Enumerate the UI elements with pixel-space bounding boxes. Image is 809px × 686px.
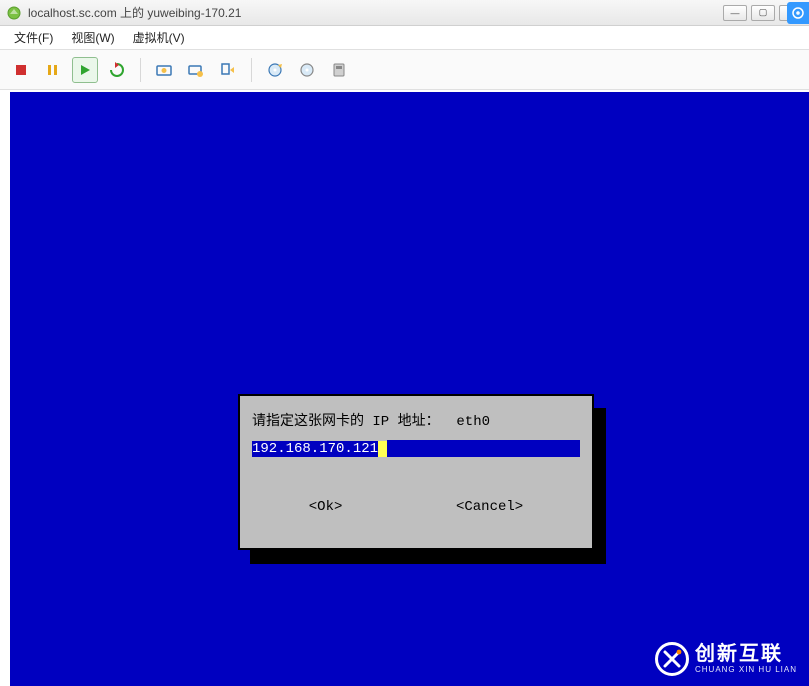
side-panel-toggle[interactable] <box>787 2 809 24</box>
watermark-logo-icon <box>655 642 689 676</box>
revert-snapshot-button[interactable] <box>215 57 241 83</box>
console-screen[interactable]: 请指定这张网卡的 IP 地址： eth0 192.168.170.121 ____… <box>10 92 809 686</box>
vm-console[interactable]: 请指定这张网卡的 IP 地址： eth0 192.168.170.121 ____… <box>10 92 809 686</box>
watermark-sub: CHUANG XIN HU LIAN <box>695 666 797 674</box>
dialog-prompt: 请指定这张网卡的 IP 地址： eth0 <box>252 410 580 430</box>
toolbar-separator <box>251 58 252 82</box>
menu-file[interactable]: 文件(F) <box>6 26 61 49</box>
power-on-button[interactable] <box>72 57 98 83</box>
window-titlebar: localhost.sc.com 上的 yuweibing-170.21 — ▢… <box>0 0 809 26</box>
menubar: 文件(F) 视图(W) 虚拟机(V) <box>0 26 809 50</box>
toolbar-separator <box>140 58 141 82</box>
ip-input-row[interactable]: 192.168.170.121 _________________________… <box>252 440 580 457</box>
cancel-button[interactable]: <Cancel> <box>456 499 523 515</box>
window-title: localhost.sc.com 上的 yuweibing-170.21 <box>28 4 241 21</box>
menu-view[interactable]: 视图(W) <box>63 26 122 49</box>
power-off-button[interactable] <box>8 57 34 83</box>
minimize-button[interactable]: — <box>723 5 747 21</box>
floppy-button[interactable] <box>294 57 320 83</box>
snapshot-manage-button[interactable] <box>183 57 209 83</box>
text-cursor <box>378 441 387 457</box>
ip-config-dialog: 请指定这张网卡的 IP 地址： eth0 192.168.170.121 ____… <box>238 394 594 550</box>
suspend-button[interactable] <box>40 57 66 83</box>
toolbar <box>0 50 809 90</box>
reset-button[interactable] <box>104 57 130 83</box>
ip-input-padding: ______________________________ <box>387 440 580 457</box>
watermark: 创新互联 CHUANG XIN HU LIAN <box>655 642 797 676</box>
watermark-main: 创新互联 <box>695 644 797 664</box>
ip-input-value[interactable]: 192.168.170.121 <box>252 441 378 457</box>
ok-button[interactable]: <Ok> <box>309 499 343 515</box>
snapshot-button[interactable] <box>151 57 177 83</box>
maximize-button[interactable]: ▢ <box>751 5 775 21</box>
cd-button[interactable] <box>262 57 288 83</box>
vsphere-icon <box>6 5 22 21</box>
menu-vm[interactable]: 虚拟机(V) <box>125 26 193 49</box>
usb-button[interactable] <box>326 57 352 83</box>
